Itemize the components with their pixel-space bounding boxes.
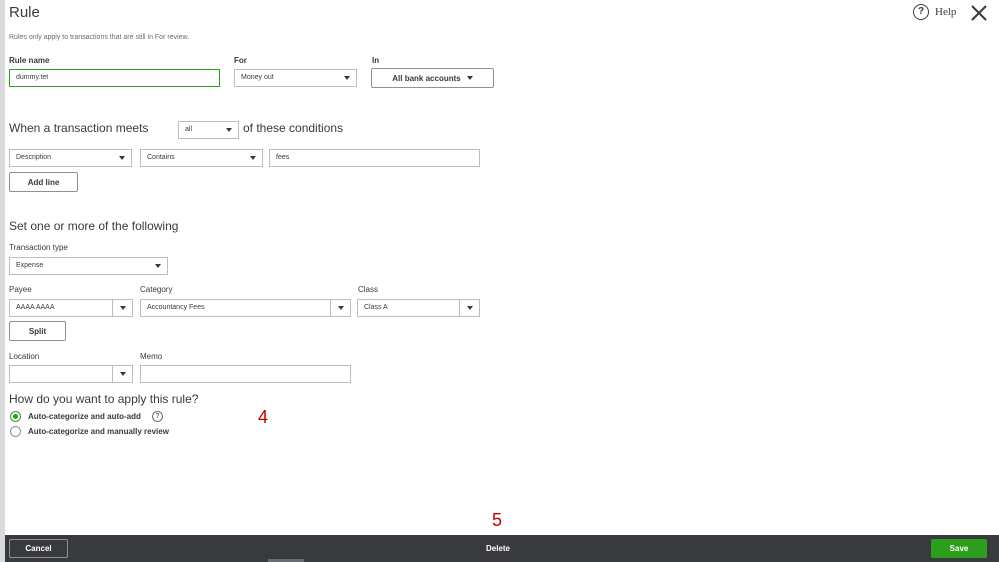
apply-heading: How do you want to apply this rule? — [9, 392, 199, 406]
chevron-down-icon — [250, 156, 256, 160]
page-subtitle: Rules only apply to transactions that ar… — [9, 34, 190, 41]
manual-review-radio[interactable] — [10, 426, 21, 437]
save-button[interactable]: Save — [931, 539, 987, 558]
category-value: Accountancy Fees — [147, 304, 205, 311]
chevron-down-icon — [119, 306, 126, 310]
rule-name-label: Rule name — [9, 56, 50, 65]
page-title: Rule — [9, 4, 40, 21]
set-heading: Set one or more of the following — [9, 219, 179, 233]
transaction-type-select[interactable]: Expense — [9, 257, 168, 275]
chevron-down-icon — [119, 156, 125, 160]
chevron-down-icon — [466, 76, 473, 80]
auto-add-label: Auto-categorize and auto-add — [28, 412, 141, 421]
memo-input[interactable] — [140, 365, 351, 383]
class-select[interactable]: Class A — [357, 299, 480, 317]
for-label: For — [234, 56, 247, 65]
annotation-mark-4: 4 — [258, 407, 269, 427]
info-icon[interactable]: ? — [151, 411, 163, 422]
delete-button[interactable]: Delete — [470, 539, 526, 558]
transaction-type-label: Transaction type — [9, 243, 68, 252]
in-select[interactable]: All bank accounts — [371, 68, 494, 88]
category-select[interactable]: Accountancy Fees — [140, 299, 351, 317]
match-select-value: all — [185, 126, 193, 133]
payee-select[interactable]: AAAA AAAA — [9, 299, 133, 317]
add-line-button[interactable]: Add line — [9, 172, 78, 192]
in-select-value: All bank accounts — [392, 73, 461, 83]
transaction-type-value: Expense — [16, 262, 44, 269]
condition-field-select[interactable]: Description — [9, 149, 132, 167]
chevron-down-icon — [466, 306, 473, 310]
category-label: Category — [140, 285, 173, 294]
annotation-mark-5: 5 — [492, 510, 503, 530]
class-value: Class A — [364, 304, 388, 311]
condition-text-input[interactable]: fees — [269, 149, 480, 167]
rule-name-input[interactable]: dummy.tet — [9, 69, 220, 87]
in-label: In — [372, 56, 380, 65]
chevron-down-icon — [226, 128, 232, 132]
memo-label: Memo — [140, 352, 163, 361]
conditions-suffix: of these conditions — [243, 121, 344, 135]
chevron-down-icon — [337, 306, 344, 310]
chevron-down-icon — [119, 372, 126, 376]
chevron-down-icon — [344, 76, 350, 80]
condition-operator-select[interactable]: Contains — [140, 149, 263, 167]
help-label: Help — [935, 6, 957, 18]
chevron-down-icon — [155, 264, 161, 268]
manual-review-option[interactable]: Auto-categorize and manually review — [10, 426, 169, 437]
help-button[interactable]: ? Help — [913, 4, 956, 20]
auto-add-option[interactable]: Auto-categorize and auto-add ? — [10, 411, 163, 422]
class-label: Class — [358, 285, 379, 294]
location-select[interactable] — [9, 365, 133, 383]
location-label: Location — [9, 352, 40, 361]
split-button[interactable]: Split — [9, 321, 66, 341]
conditions-prefix: When a transaction meets — [9, 121, 149, 135]
auto-add-radio[interactable] — [10, 411, 21, 422]
cancel-button[interactable]: Cancel — [9, 539, 68, 558]
manual-review-label: Auto-categorize and manually review — [28, 427, 169, 436]
match-select[interactable]: all — [178, 121, 239, 139]
condition-operator-value: Contains — [147, 154, 175, 161]
for-select[interactable]: Money out — [234, 69, 357, 87]
close-icon[interactable] — [968, 2, 990, 24]
for-select-value: Money out — [241, 74, 274, 81]
payee-value: AAAA AAAA — [16, 304, 55, 311]
left-edge-strip — [0, 0, 5, 562]
condition-field-value: Description — [16, 154, 52, 161]
payee-label: Payee — [9, 285, 32, 294]
help-circle-icon: ? — [913, 4, 929, 20]
